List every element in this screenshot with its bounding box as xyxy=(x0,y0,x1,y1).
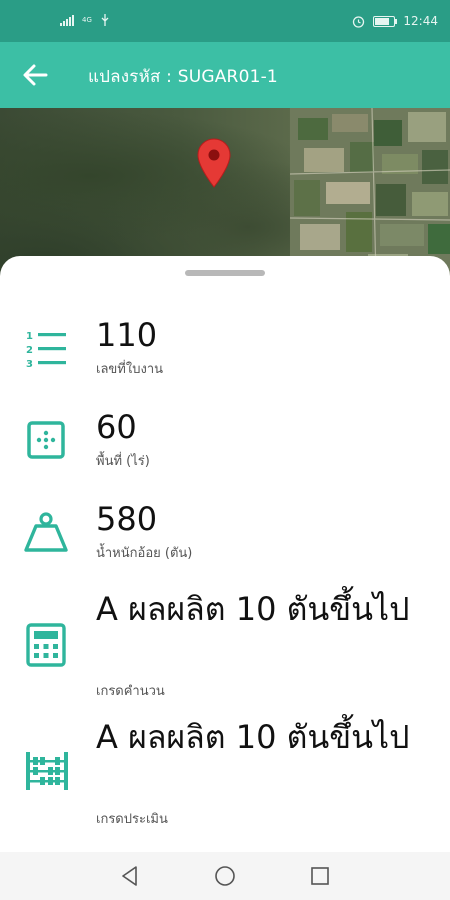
assessed-grade-value: A ผลผลิต 10 ตันขึ้นไป xyxy=(96,718,410,756)
calculator-icon xyxy=(26,623,66,667)
svg-text:2: 2 xyxy=(26,345,33,356)
assessed-grade-label: เกรดประเมิน xyxy=(96,812,168,827)
numbered-list-icon: 1 2 3 xyxy=(26,331,66,370)
info-item-area: 60 พื้นที่ (ไร่) xyxy=(0,406,450,486)
nav-recents-icon[interactable] xyxy=(308,864,332,888)
weight-label: น้ำหนักอ้อย (ตัน) xyxy=(96,546,193,561)
info-item-calculated-grade: A ผลผลิต 10 ตันขึ้นไป เกรดคำนวน xyxy=(0,588,450,703)
info-item-weight: 580 น้ำหนักอ้อย (ตัน) xyxy=(0,498,450,578)
nav-home-icon[interactable] xyxy=(213,864,237,888)
area-label: พื้นที่ (ไร่) xyxy=(96,454,150,469)
network-type: 4G xyxy=(82,15,92,24)
svg-text:1: 1 xyxy=(26,331,33,342)
farm-fields xyxy=(290,108,450,278)
area-value: 60 xyxy=(96,408,137,446)
map-view[interactable] xyxy=(0,108,450,278)
info-item-job-number: 1 2 3 110 เลขที่ใบงาน xyxy=(0,314,450,394)
navigation-bar xyxy=(0,852,450,900)
app-bar: แปลงรหัส : SUGAR01-1 xyxy=(0,42,450,108)
sheet-drag-handle[interactable] xyxy=(185,270,265,276)
abacus-icon xyxy=(26,752,68,790)
job-number-value: 110 xyxy=(96,316,158,354)
svg-text:3: 3 xyxy=(26,359,33,370)
back-arrow-icon[interactable] xyxy=(20,60,50,90)
calculated-grade-value: A ผลผลิต 10 ตันขึ้นไป xyxy=(96,590,410,628)
status-left: 4G xyxy=(60,14,110,26)
nav-back-icon[interactable] xyxy=(118,864,142,888)
battery-icon xyxy=(373,15,398,27)
usb-icon xyxy=(101,14,109,26)
status-bar: 4G 12:44 xyxy=(0,0,450,42)
location-pin-icon[interactable] xyxy=(197,138,231,188)
info-item-assessed-grade: A ผลผลิต 10 ตันขึ้นไป เกรดประเมิน xyxy=(0,716,450,831)
clock: 12:44 xyxy=(403,14,438,28)
signal-icon xyxy=(60,14,74,26)
status-right: 12:44 xyxy=(352,14,438,28)
weight-value: 580 xyxy=(96,500,158,538)
job-number-label: เลขที่ใบงาน xyxy=(96,362,163,377)
alarm-icon xyxy=(353,15,365,28)
page-title: แปลงรหัส : SUGAR01-1 xyxy=(88,67,278,87)
bottom-sheet: 1 2 3 110 เลขที่ใบงาน 60 พื้นที่ (ไร่) 5… xyxy=(0,256,450,852)
calculated-grade-label: เกรดคำนวน xyxy=(96,684,165,699)
area-grid-icon xyxy=(27,421,65,459)
weight-icon xyxy=(24,512,68,552)
